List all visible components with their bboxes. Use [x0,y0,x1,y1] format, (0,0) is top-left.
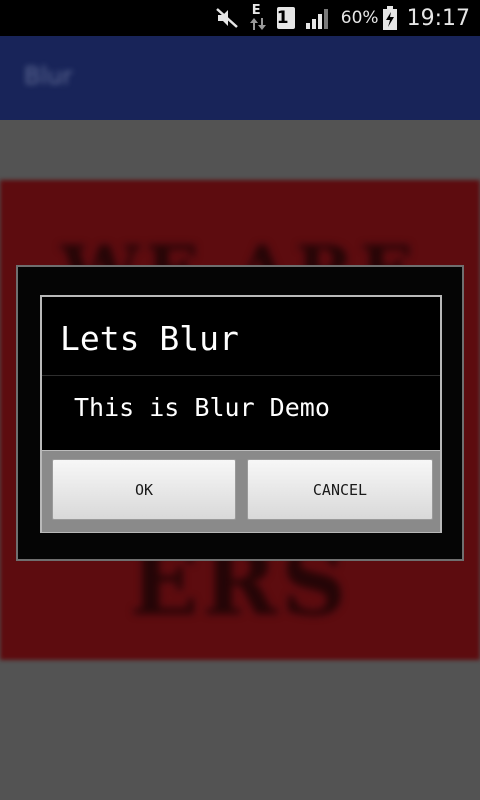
battery-percent: 60% [340,8,379,28]
alert-dialog: Lets Blur This is Blur Demo OK CANCEL [40,295,442,533]
dialog-button-bar: OK CANCEL [42,450,440,532]
ok-button[interactable]: OK [52,459,236,520]
data-arrows-icon: E [249,3,267,31]
dialog-divider [42,375,440,376]
dialog-message: This is Blur Demo [74,393,330,422]
cancel-button[interactable]: CANCEL [247,459,433,520]
status-bar: E 1 60% 19:17 [0,0,480,36]
sim-icon: 1 [276,7,295,29]
network-type-label: E [251,3,261,18]
clock: 19:17 [406,5,470,31]
battery-charging-icon [382,6,397,30]
mute-icon [215,7,239,29]
signal-icon [305,7,331,29]
dialog-title: Lets Blur [60,319,239,358]
